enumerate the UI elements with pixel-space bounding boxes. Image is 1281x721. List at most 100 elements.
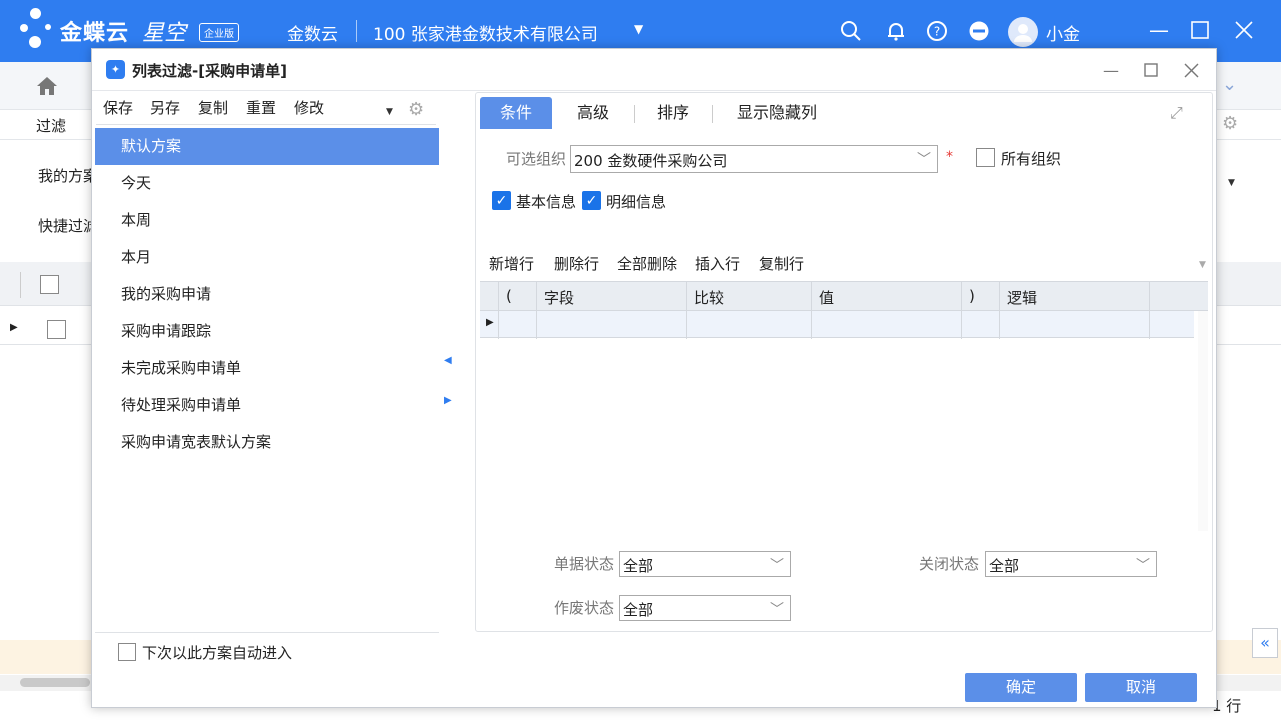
expand-right-icon[interactable]: ▶: [444, 395, 452, 406]
scheme-item[interactable]: 本月: [95, 239, 439, 276]
home-icon[interactable]: [36, 76, 58, 100]
close-status-label: 关闭状态: [919, 555, 980, 573]
doc-status-select[interactable]: 全部 ﹀: [619, 551, 791, 577]
scheme-item[interactable]: 今天: [95, 165, 439, 202]
avatar[interactable]: [1008, 17, 1038, 47]
grid-header: [480, 281, 1208, 311]
delete-row-button[interactable]: 删除行: [554, 253, 599, 274]
scrollbar-thumb[interactable]: [20, 678, 90, 687]
vertical-scrollbar[interactable]: [1198, 311, 1208, 531]
modify-button[interactable]: 修改: [294, 97, 324, 118]
insert-row-button[interactable]: 插入行: [695, 253, 740, 274]
cancel-button[interactable]: 取消: [1085, 673, 1197, 702]
org-select-value: 200 金数硬件采购公司: [574, 152, 728, 170]
scheme-item[interactable]: 未完成采购申请单: [95, 350, 439, 387]
org-select[interactable]: 200 金数硬件采购公司 ﹀: [570, 145, 938, 173]
chevron-double-down-icon[interactable]: ⌄: [1222, 74, 1237, 95]
scheme-item[interactable]: 我的采购申请: [95, 276, 439, 313]
maximize-icon[interactable]: [1186, 16, 1214, 44]
tab-advanced[interactable]: 高级: [560, 97, 626, 129]
scheme-toolbar: 保存 另存 复制 重置 修改 ▼ ⚙: [96, 93, 436, 125]
gear-icon[interactable]: ⚙: [408, 99, 424, 120]
table-row[interactable]: [480, 311, 1194, 338]
detail-info-label: 明细信息: [606, 193, 667, 211]
filter-dialog: ✦ 列表过滤-[采购申请单] — 保存 另存 复制 重置 修改 ▼ ⚙ 默认方案…: [91, 48, 1217, 708]
side-collapse-button[interactable]: «: [1252, 628, 1278, 658]
select-all-checkbox[interactable]: [40, 275, 59, 294]
save-as-button[interactable]: 另存: [150, 97, 180, 118]
column-header[interactable]: 逻辑: [1007, 287, 1037, 308]
close-status-select[interactable]: 全部 ﹀: [985, 551, 1157, 577]
void-status-select[interactable]: 全部 ﹀: [619, 595, 791, 621]
basic-info-label: 基本信息: [516, 193, 577, 211]
caret-down-icon[interactable]: ▼: [634, 22, 643, 36]
reset-button[interactable]: 重置: [246, 97, 276, 118]
divider: [634, 105, 635, 123]
dialog-title-bar[interactable]: ✦ 列表过滤-[采购申请单] —: [92, 49, 1216, 91]
doc-status-label: 单据状态: [554, 555, 615, 573]
divider: [95, 632, 439, 633]
divider: [999, 281, 1000, 339]
delete-all-button[interactable]: 全部删除: [617, 253, 677, 274]
tab-sort[interactable]: 排序: [642, 97, 704, 129]
scheme-item[interactable]: 待处理采购申请单: [95, 387, 439, 424]
tab-conditions[interactable]: 条件: [480, 97, 552, 129]
add-row-button[interactable]: 新增行: [489, 253, 534, 274]
column-header[interactable]: (: [506, 287, 512, 305]
condition-panel: 条件 高级 排序 显示隐藏列 ⤢ 可选组织 200 金数硬件采购公司 ﹀ * 所…: [475, 92, 1213, 632]
tab-show-hidden-columns[interactable]: 显示隐藏列: [722, 97, 832, 129]
edition-badge: 企业版: [199, 23, 239, 42]
save-button[interactable]: 保存: [103, 97, 133, 118]
gear-icon[interactable]: ⚙: [1222, 113, 1238, 134]
chevron-down-icon: ﹀: [770, 558, 784, 574]
void-status-value: 全部: [623, 601, 654, 619]
basic-info-checkbox[interactable]: ✓: [492, 191, 511, 210]
divider: [961, 281, 962, 339]
auto-enter-checkbox[interactable]: [118, 643, 136, 661]
auto-enter-label: 下次以此方案自动进入: [142, 644, 293, 662]
column-header[interactable]: 比较: [694, 287, 724, 308]
divider: [498, 281, 499, 339]
minimize-icon[interactable]: —: [1145, 16, 1173, 44]
divider: [811, 281, 812, 339]
all-org-checkbox[interactable]: [976, 148, 995, 167]
caret-down-icon[interactable]: ▼: [1199, 260, 1206, 270]
search-icon[interactable]: [838, 18, 864, 44]
row-indicator-icon: ▶: [486, 317, 494, 328]
more-icon[interactable]: [966, 18, 992, 44]
brand-name: 金蝶云: [60, 21, 130, 46]
org-switcher[interactable]: 100 张家港金数技术有限公司: [373, 20, 598, 45]
help-icon[interactable]: ?: [924, 18, 950, 44]
scheme-item[interactable]: 默认方案: [95, 128, 439, 165]
dialog-minimize-icon[interactable]: —: [1098, 58, 1124, 82]
detail-info-checkbox[interactable]: ✓: [582, 191, 601, 210]
tab-bar: 条件 高级 排序 显示隐藏列 ⤢: [476, 93, 1212, 130]
close-icon[interactable]: [1230, 16, 1258, 44]
condition-grid: ▶ ( 字段 比较 值 ) 逻辑: [480, 281, 1208, 531]
caret-down-icon[interactable]: ▼: [386, 107, 393, 117]
dialog-close-icon[interactable]: [1178, 58, 1204, 82]
user-name[interactable]: 小金: [1046, 20, 1080, 45]
dialog-maximize-icon[interactable]: [1138, 58, 1164, 82]
collapse-left-icon[interactable]: ◀: [444, 355, 452, 366]
column-header[interactable]: ): [969, 287, 975, 305]
svg-text:?: ?: [934, 25, 940, 39]
divider: [1149, 281, 1150, 339]
scheme-item[interactable]: 采购申请宽表默认方案: [95, 424, 439, 461]
row-checkbox[interactable]: [47, 320, 66, 339]
row-indicator-icon: ▶: [10, 322, 18, 333]
column-header[interactable]: 值: [819, 287, 834, 308]
chevron-down-icon: ﹀: [1136, 558, 1150, 574]
service-name[interactable]: 金数云: [287, 20, 338, 45]
scheme-item[interactable]: 本周: [95, 202, 439, 239]
all-org-label: 所有组织: [1001, 150, 1062, 168]
scheme-item[interactable]: 采购申请跟踪: [95, 313, 439, 350]
bell-icon[interactable]: [883, 18, 909, 44]
column-header[interactable]: 字段: [544, 287, 574, 308]
filter-button[interactable]: 过滤: [36, 115, 66, 136]
fullscreen-icon[interactable]: ⤢: [1170, 103, 1183, 123]
caret-down-icon[interactable]: ▼: [1228, 178, 1235, 188]
ok-button[interactable]: 确定: [965, 673, 1077, 702]
copy-row-button[interactable]: 复制行: [759, 253, 804, 274]
copy-button[interactable]: 复制: [198, 97, 228, 118]
